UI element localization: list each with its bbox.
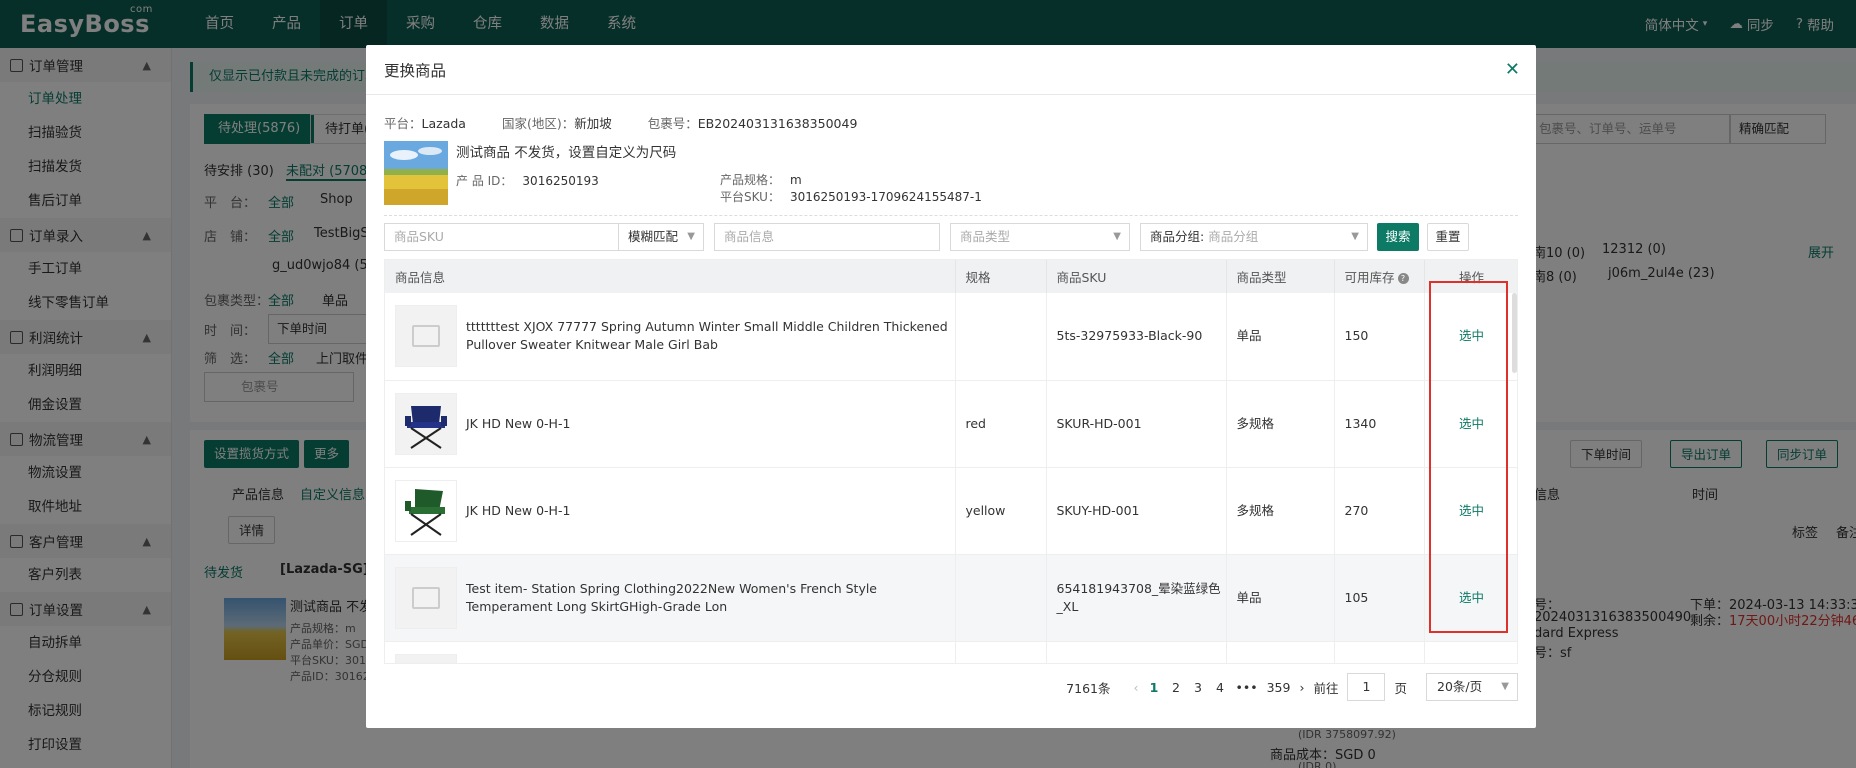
question-icon[interactable]: ? bbox=[1397, 273, 1409, 284]
select-button[interactable]: 选中 bbox=[1424, 293, 1517, 381]
table-scrollbar[interactable] bbox=[1512, 293, 1517, 373]
current-product-title: 测试商品 不发货，设置自定义为尺码 bbox=[456, 145, 677, 161]
product-name: Test item- Station Spring Clothing2022Ne… bbox=[466, 580, 877, 614]
table-row: JK HD New 0-H-1 red SKUR-HD-001 多规格 1340… bbox=[385, 380, 1517, 468]
search-button[interactable]: 搜索 bbox=[1377, 223, 1419, 251]
product-image-blue-chair bbox=[395, 392, 457, 455]
product-stock: 150 bbox=[1334, 293, 1425, 381]
table-row bbox=[385, 641, 1517, 663]
chevron-down-icon: ▼ bbox=[1113, 231, 1121, 242]
current-product-spec: 产品规格： m 平台SKU： 3016250193-1709624155487-1 bbox=[720, 173, 982, 204]
current-product-id: 产 品 ID： 3016250193 bbox=[456, 174, 599, 188]
product-name: JK HD New 0-H-1 bbox=[466, 502, 571, 518]
image-placeholder-icon bbox=[395, 305, 457, 368]
platform-info: 平台：Lazada bbox=[384, 116, 466, 131]
page-3[interactable]: 3 bbox=[1191, 680, 1204, 695]
current-product-image bbox=[384, 141, 448, 205]
match-mode-select[interactable]: 模糊匹配 ▼ bbox=[618, 223, 704, 251]
product-spec bbox=[955, 554, 1047, 642]
chevron-down-icon: ▼ bbox=[1501, 681, 1509, 692]
prev-page-icon[interactable]: ‹ bbox=[1133, 680, 1138, 695]
goto-page-input[interactable]: 1 bbox=[1347, 673, 1386, 701]
chevron-down-icon: ▼ bbox=[1351, 231, 1359, 242]
pagination: 7161条 ‹ 1 2 3 4 ••• 359 › 前往 1 页 20条/页 ▼ bbox=[1066, 673, 1518, 701]
table-row: JK HD New 0-H-1 yellow SKUY-HD-001 多规格 2… bbox=[385, 467, 1517, 555]
table-row: tttttttest XJOX 77777 Spring Autumn Wint… bbox=[385, 293, 1517, 381]
product-spec: red bbox=[955, 380, 1047, 468]
package-info: 包裹号：EB202403131638350049 bbox=[647, 116, 858, 131]
image-placeholder-icon bbox=[395, 653, 457, 663]
close-icon[interactable]: ✕ bbox=[1505, 59, 1520, 80]
col-product-info: 商品信息 bbox=[385, 260, 956, 293]
modal-header: 更换商品 ✕ bbox=[366, 45, 1536, 95]
product-type: 单品 bbox=[1226, 554, 1335, 642]
col-sku: 商品SKU bbox=[1046, 260, 1227, 293]
product-spec: yellow bbox=[955, 467, 1047, 555]
modal-title: 更换商品 bbox=[384, 61, 447, 80]
product-name: tttttttest XJOX 77777 Spring Autumn Wint… bbox=[466, 319, 948, 353]
product-type-select[interactable]: 商品类型 ▼ bbox=[950, 223, 1130, 251]
product-stock: 105 bbox=[1334, 554, 1425, 642]
product-type: 多规格 bbox=[1226, 467, 1335, 555]
product-sku: 5ts-32975933-Black-90 bbox=[1046, 293, 1227, 381]
product-type: 单品 bbox=[1226, 293, 1335, 381]
table-row: Test item- Station Spring Clothing2022Ne… bbox=[385, 554, 1517, 642]
select-button[interactable]: 选中 bbox=[1424, 554, 1517, 642]
divider bbox=[384, 215, 1518, 216]
reset-button[interactable]: 重置 bbox=[1427, 223, 1469, 251]
next-page-icon[interactable]: › bbox=[1299, 680, 1304, 695]
col-stock: 可用库存? bbox=[1334, 260, 1425, 293]
product-group-select[interactable]: 商品分组: 商品分组 ▼ bbox=[1140, 223, 1368, 251]
total-count: 7161条 bbox=[1066, 680, 1111, 696]
product-spec bbox=[955, 293, 1047, 381]
page-suffix: 页 bbox=[1394, 680, 1407, 696]
page-size-select[interactable]: 20条/页 ▼ bbox=[1426, 673, 1518, 701]
page-359[interactable]: 359 bbox=[1267, 680, 1291, 695]
page-2[interactable]: 2 bbox=[1169, 680, 1182, 695]
page-ellipsis[interactable]: ••• bbox=[1235, 680, 1257, 695]
col-type: 商品类型 bbox=[1226, 260, 1335, 293]
order-meta: 平台：Lazada 国家(地区)：新加坡 包裹号：EB2024031316383… bbox=[384, 113, 857, 132]
select-button[interactable]: 选中 bbox=[1424, 380, 1517, 468]
select-button[interactable]: 选中 bbox=[1424, 467, 1517, 555]
image-placeholder-icon bbox=[395, 566, 457, 629]
product-sku: 654181943708_晕染蓝绿色_XL bbox=[1046, 554, 1227, 642]
product-table: 商品信息 规格 商品SKU 商品类型 可用库存? 操作 tttttttest X… bbox=[384, 259, 1518, 664]
product-stock: 270 bbox=[1334, 467, 1425, 555]
col-spec: 规格 bbox=[955, 260, 1047, 293]
page-1[interactable]: 1 bbox=[1147, 680, 1160, 695]
product-type: 多规格 bbox=[1226, 380, 1335, 468]
product-sku: SKUR-HD-001 bbox=[1046, 380, 1227, 468]
table-header: 商品信息 规格 商品SKU 商品类型 可用库存? 操作 bbox=[385, 260, 1517, 293]
product-stock: 1340 bbox=[1334, 380, 1425, 468]
product-info-input[interactable]: 商品信息 bbox=[714, 223, 940, 251]
sku-search-input[interactable]: 商品SKU bbox=[384, 223, 619, 251]
goto-label: 前往 bbox=[1313, 680, 1339, 696]
replace-product-modal: 更换商品 ✕ 平台：Lazada 国家(地区)：新加坡 包裹号：EB202403… bbox=[366, 45, 1536, 728]
page-4[interactable]: 4 bbox=[1213, 680, 1226, 695]
product-sku: SKUY-HD-001 bbox=[1046, 467, 1227, 555]
country-info: 国家(地区)：新加坡 bbox=[501, 116, 612, 131]
product-name: JK HD New 0-H-1 bbox=[466, 415, 571, 431]
chevron-down-icon: ▼ bbox=[687, 231, 695, 242]
product-image-green-chair bbox=[395, 479, 457, 542]
col-action: 操作 bbox=[1424, 260, 1517, 293]
